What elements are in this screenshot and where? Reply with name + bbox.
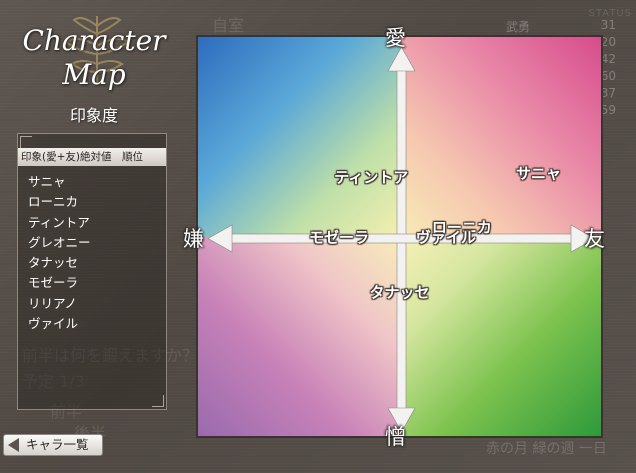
- left-arrow-icon: [207, 224, 233, 253]
- ranking-item: ティントア: [28, 214, 90, 230]
- character-list-button-label: キャラ一覧: [26, 437, 89, 452]
- character-point[interactable]: ティントア: [334, 166, 408, 187]
- ranking-header: 印象(愛+友)絶対値 順位: [18, 148, 166, 166]
- ranking-item: ヴァイル: [28, 316, 79, 332]
- background-stat-name: 武勇: [506, 20, 531, 34]
- background-stat-value: 20: [600, 35, 616, 49]
- character-point[interactable]: モゼーラ: [309, 226, 369, 247]
- page-subtitle: 印象度: [69, 106, 118, 125]
- background-stat-row: 武勇 31: [506, 18, 630, 35]
- ranking-item: モゼーラ: [28, 275, 79, 291]
- character-point[interactable]: タナッセ: [369, 282, 429, 303]
- back-arrow-icon: [8, 438, 19, 452]
- character-map: サニャ ティントア ローニカ ヴァイル モゼーラ タナッセ: [196, 35, 603, 438]
- axis-label-dislike: 嫌: [183, 227, 204, 251]
- ranking-item: タナッセ: [28, 255, 79, 271]
- background-stat-value: 37: [600, 86, 616, 100]
- ranking-panel: 印象(愛+友)絶対値 順位 サニャローニカティントアグレオニータナッセモゼーラリ…: [17, 133, 167, 410]
- background-stat-value: 60: [600, 69, 616, 83]
- axis-label-love: 愛: [385, 26, 406, 50]
- panel-corner-ornament: [20, 136, 32, 148]
- background-stat-value: 42: [600, 52, 616, 66]
- background-date: 赤の月 緑の週 一日: [486, 441, 607, 457]
- background-stat-value: 59: [600, 103, 616, 117]
- ranking-item: ローニカ: [28, 194, 79, 210]
- panel-corner-ornament: [152, 395, 164, 407]
- character-point[interactable]: サニャ: [516, 162, 561, 183]
- page-title-line1: Character: [22, 24, 166, 57]
- character-point[interactable]: ヴァイル: [416, 226, 476, 247]
- background-location: 自室: [212, 16, 245, 35]
- map-axes: [207, 46, 596, 433]
- axis-label-friend: 友: [584, 227, 605, 251]
- ranking-list: サニャローニカティントアグレオニータナッセモゼーラリリアノヴァイル: [28, 172, 91, 334]
- character-list-button[interactable]: キャラ一覧: [3, 434, 103, 456]
- page-title-line2: Map: [62, 58, 126, 91]
- ranking-item: グレオニー: [28, 234, 91, 250]
- ranking-item: サニャ: [28, 174, 66, 189]
- axis-label-hate: 憎: [385, 425, 406, 449]
- ranking-item: リリアノ: [28, 295, 77, 311]
- background-stat-value: 31: [600, 18, 616, 32]
- horizontal-axis-bar: [227, 233, 576, 244]
